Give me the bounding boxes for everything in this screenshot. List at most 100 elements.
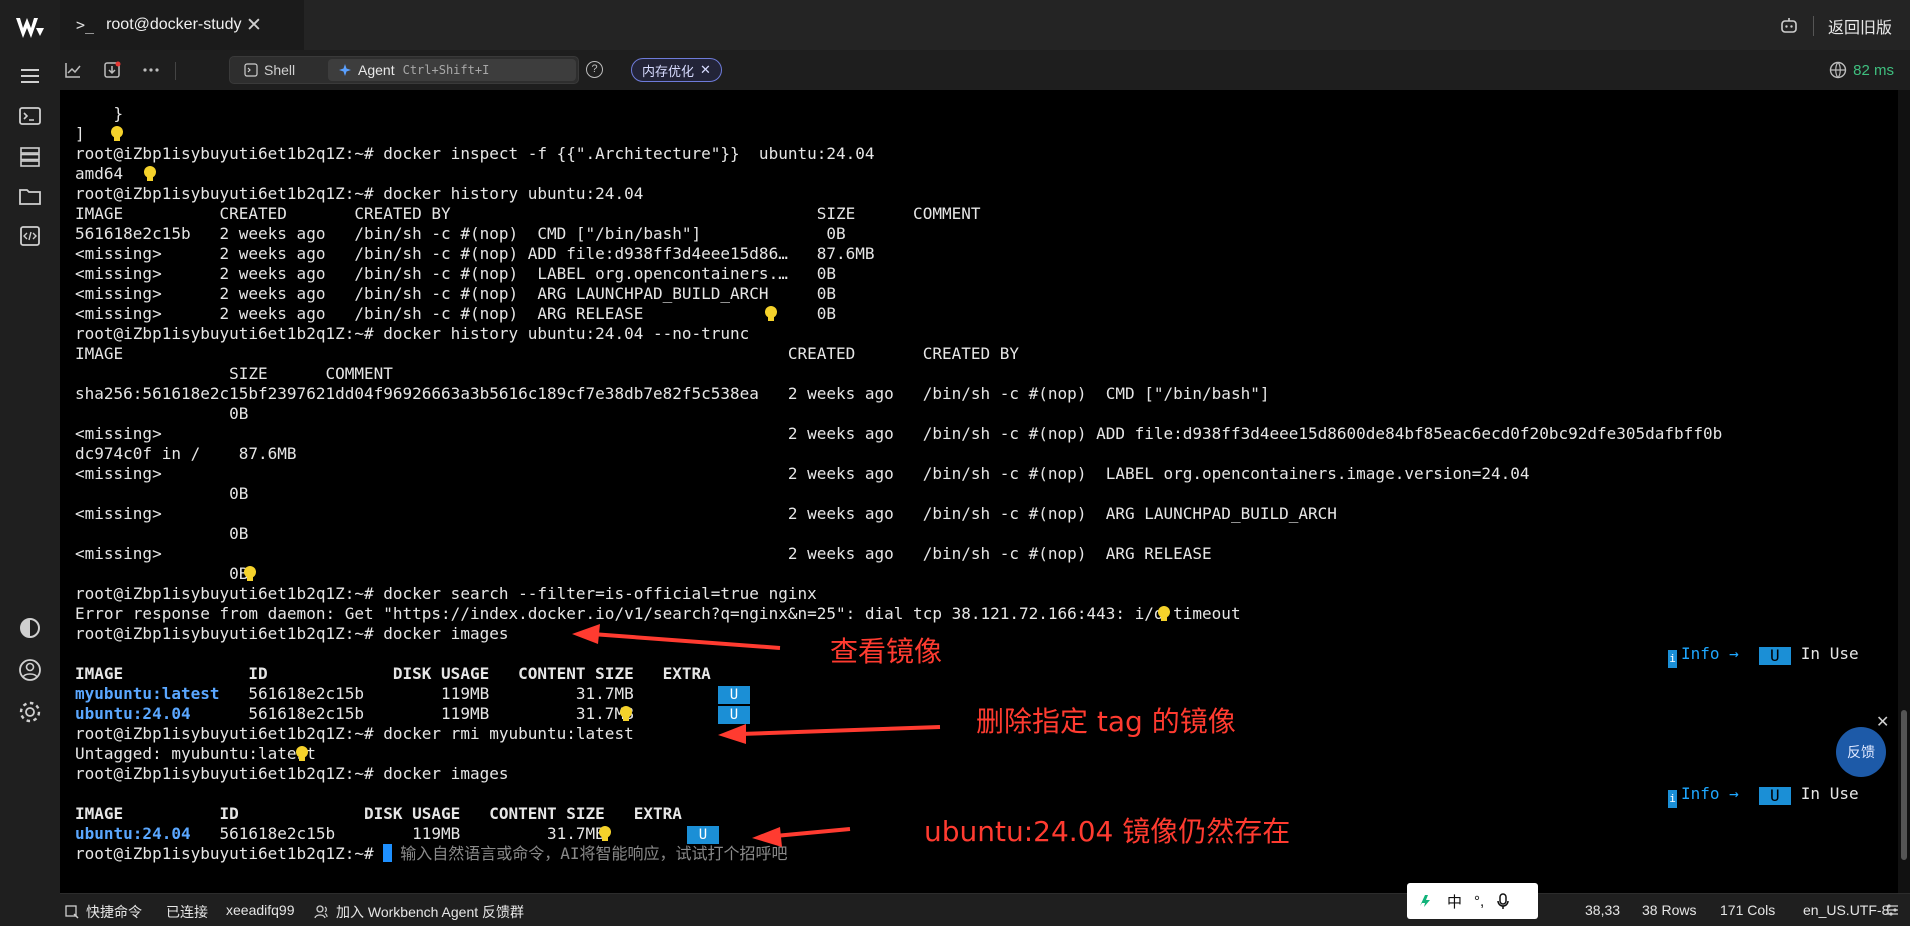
memory-optimize-chip[interactable]: 内存优化 ✕: [631, 58, 722, 82]
in-use-badge: U: [687, 826, 719, 844]
prompt-input-line[interactable]: root@iZbp1isybuyuti6et1b2q1Z:~# 输入自然语言或命…: [75, 844, 788, 864]
terminal-line: sha256:561618e2c15bf2397621dd04f96926663…: [75, 384, 1270, 403]
terminal-line: 0B: [75, 564, 249, 583]
image-name-cell: ubuntu:24.04: [75, 704, 191, 723]
ime-language[interactable]: 中: [1447, 891, 1462, 912]
quick-commands-button[interactable]: 快捷命令: [64, 902, 142, 922]
join-feedback-group-label: 加入 Workbench Agent 反馈群: [336, 904, 525, 920]
lightbulb-hint-icon[interactable]: [1156, 604, 1172, 624]
scrollbar-thumb[interactable]: [1901, 710, 1907, 860]
agent-input-placeholder[interactable]: 输入自然语言或命令，AI将智能响应，试试打个招呼吧: [400, 844, 787, 863]
username: xeeadifq99: [226, 902, 295, 918]
row-count: 38 Rows: [1642, 902, 1697, 918]
terminal-line: Untagged: myubuntu:latest: [75, 744, 316, 763]
settings-slider-icon[interactable]: [1884, 902, 1900, 918]
microphone-icon[interactable]: [1496, 892, 1510, 910]
info-legend-label[interactable]: Info →: [1681, 644, 1739, 663]
prompt-text: root@iZbp1isybuyuti6et1b2q1Z:~#: [75, 844, 384, 863]
title-bar: >_ root@docker-study ✕ 返回旧版: [60, 0, 1910, 51]
feedback-close-icon[interactable]: ✕: [1876, 712, 1889, 732]
lightbulb-hint-icon[interactable]: [597, 824, 613, 844]
terminal-line: SIZE COMMENT: [75, 364, 393, 383]
annotation-view-images: 查看镜像: [830, 635, 943, 668]
terminal-line: root@iZbp1isybuyuti6et1b2q1Z:~# docker h…: [75, 324, 750, 343]
help-icon[interactable]: ?: [586, 61, 603, 78]
back-to-old-version-button[interactable]: 返回旧版: [1828, 14, 1892, 38]
more-options-icon[interactable]: [141, 60, 161, 80]
folder-icon[interactable]: [16, 182, 44, 210]
quick-commands-label: 快捷命令: [86, 904, 142, 920]
image-row-ubuntu: ubuntu:24.04 561618e2c15b 119MB 31.7MB: [75, 824, 605, 844]
toolbar: Shell Agent Ctrl+Shift+I ? 内存优化 ✕ 82 ms: [60, 50, 1910, 91]
terminal-line: ]: [75, 124, 85, 143]
terminal-line: root@iZbp1isybuyuti6et1b2q1Z:~# docker i…: [75, 624, 509, 643]
in-use-badge: U: [718, 686, 750, 704]
info-legend-label[interactable]: Info →: [1681, 784, 1739, 803]
terminal-line: <missing> 2 weeks ago /bin/sh -c #(nop) …: [75, 244, 875, 263]
in-use-legend-label: In Use: [1800, 644, 1859, 663]
agent-mode-tab[interactable]: Agent Ctrl+Shift+I: [328, 59, 576, 81]
terminal-line: root@iZbp1isybuyuti6et1b2q1Z:~# docker h…: [75, 184, 644, 203]
encoding[interactable]: en_US.UTF-8: [1803, 902, 1889, 918]
terminal-line: <missing> 2 weeks ago /bin/sh -c #(nop) …: [75, 264, 836, 283]
ime-punctuation[interactable]: °,: [1474, 893, 1484, 910]
images-legend: i Info → U In Use: [1668, 644, 1859, 668]
ime-toolbar[interactable]: 中 °,: [1407, 883, 1538, 919]
agent-shortcut: Ctrl+Shift+I: [402, 63, 490, 77]
lightbulb-hint-icon[interactable]: [294, 744, 310, 764]
terminal-line: dc974c0f in / 87.6MB: [75, 444, 297, 463]
robot-assistant-icon[interactable]: [1779, 16, 1799, 36]
terminal-line: 0B: [75, 404, 249, 423]
code-file-icon[interactable]: [16, 222, 44, 250]
text-cursor: [383, 844, 393, 862]
image-row-rest: 561618e2c15b 119MB 31.7MB: [190, 824, 605, 843]
memory-optimize-label: 内存优化: [642, 63, 695, 79]
download-icon[interactable]: [102, 60, 122, 80]
terminal-icon[interactable]: [16, 102, 44, 130]
theme-toggle-icon[interactable]: [16, 614, 44, 642]
join-feedback-group-link[interactable]: 加入 Workbench Agent 反馈群: [314, 902, 524, 922]
feedback-button[interactable]: 反馈: [1836, 727, 1886, 777]
menu-icon[interactable]: [16, 62, 44, 90]
terminal-line: 561618e2c15b 2 weeks ago /bin/sh -c #(no…: [75, 224, 846, 243]
column-count: 171 Cols: [1720, 902, 1776, 918]
image-row-rest: 561618e2c15b 119MB 31.7MB: [190, 704, 634, 723]
title-separator: [1812, 16, 1814, 36]
image-row-rest: 561618e2c15b 119MB 31.7MB: [219, 684, 634, 703]
latency-value: 82 ms: [1853, 61, 1894, 79]
lightbulb-hint-icon[interactable]: [618, 704, 634, 724]
image-name-cell: myubuntu:latest: [75, 684, 220, 703]
status-bar: 快捷命令 已连接 xeeadifq99 加入 Workbench Agent 反…: [60, 893, 1910, 926]
server-list-icon[interactable]: [16, 142, 44, 170]
shell-mode-tab[interactable]: Shell: [234, 59, 328, 81]
ime-logo-icon: [1420, 895, 1430, 907]
cursor-position: 38,33: [1585, 902, 1621, 918]
left-rail: [0, 0, 61, 925]
info-marker: i: [1668, 790, 1677, 808]
latency-indicator: 82 ms: [1829, 61, 1894, 79]
terminal-scrollbar[interactable]: [1898, 90, 1910, 893]
tab-close-icon[interactable]: ✕: [246, 14, 262, 37]
memory-chip-close-icon[interactable]: ✕: [700, 62, 711, 78]
agent-sparkle-icon: [339, 64, 351, 76]
session-tab[interactable]: >_ root@docker-study ✕: [60, 0, 304, 50]
monitor-chart-icon[interactable]: [63, 60, 83, 80]
terminal-output[interactable]: } ] root@iZbp1isybuyuti6et1b2q1Z:~# dock…: [60, 90, 1898, 893]
images-legend: i Info → U In Use: [1668, 784, 1859, 808]
user-avatar-icon[interactable]: [16, 656, 44, 684]
lightbulb-hint-icon[interactable]: [763, 304, 779, 324]
settings-gear-icon[interactable]: [16, 698, 44, 726]
lightbulb-hint-icon[interactable]: [109, 124, 125, 144]
terminal-line: root@iZbp1isybuyuti6et1b2q1Z:~# docker i…: [75, 764, 509, 783]
terminal-line: 0B: [75, 484, 249, 503]
lightbulb-hint-icon[interactable]: [242, 564, 258, 584]
terminal-line: IMAGE CREATED CREATED BY SIZE COMMENT: [75, 204, 981, 223]
workbench-logo-icon[interactable]: [14, 14, 46, 42]
terminal-line: amd64: [75, 164, 124, 183]
title-actions: 返回旧版: [1779, 14, 1892, 38]
images-table-header: IMAGE ID DISK USAGE CONTENT SIZE EXTRA: [75, 664, 711, 683]
image-row-myubuntu: myubuntu:latest 561618e2c15b 119MB 31.7M…: [75, 684, 634, 704]
terminal-line: <missing> 2 weeks ago /bin/sh -c #(nop) …: [75, 304, 836, 323]
lightbulb-hint-icon[interactable]: [142, 164, 158, 184]
terminal-line: 0B: [75, 524, 249, 543]
